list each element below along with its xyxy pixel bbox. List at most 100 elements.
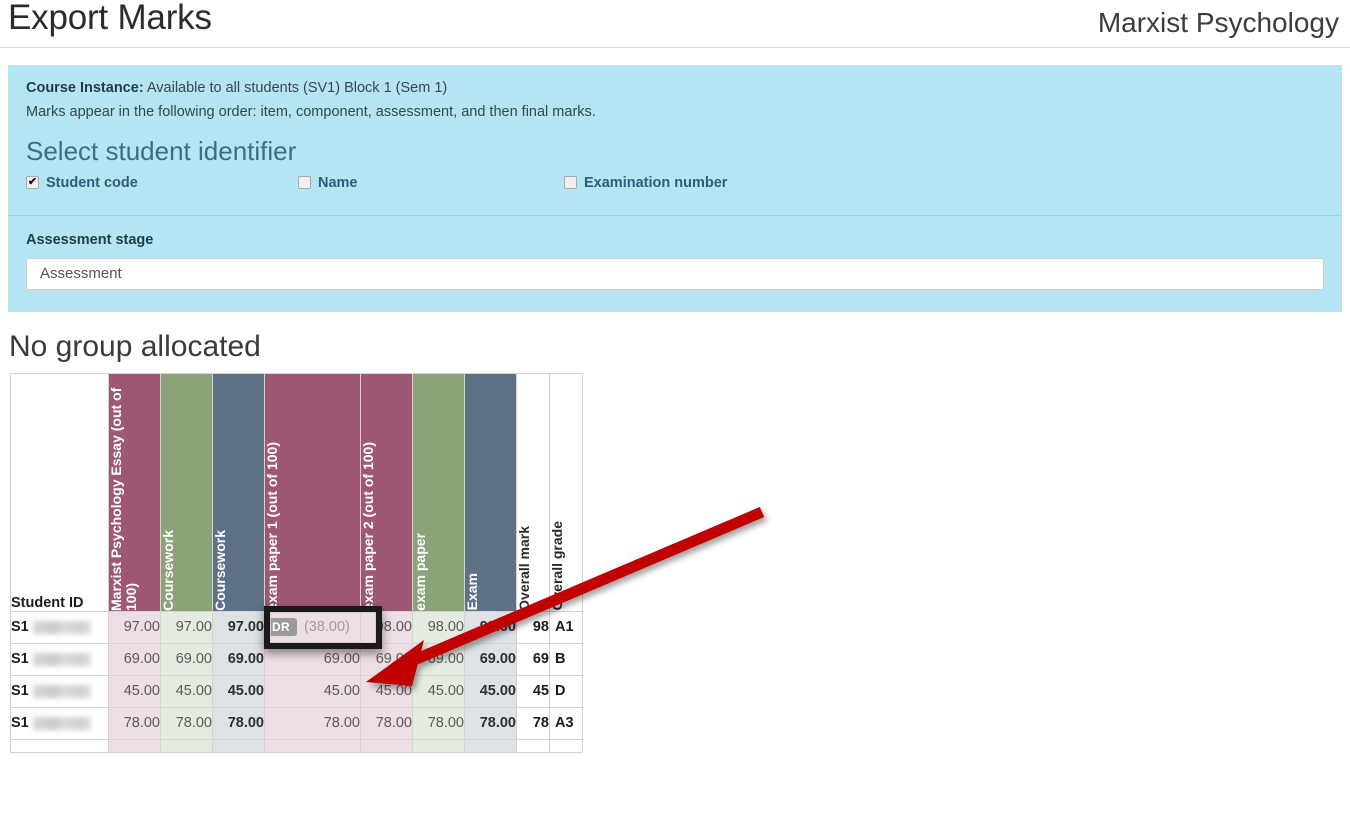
header-col-0: Marxist Psychology Essay (out of 100) [109, 373, 161, 611]
cell-r0-c6: 98.00 [465, 611, 517, 643]
cell-r3-c0: 78.00 [109, 707, 161, 739]
dr-code-chip: DR [265, 618, 297, 636]
name-checkbox-icon[interactable] [298, 176, 311, 189]
student-id-value: S1 [11, 619, 29, 635]
student-code-checkbox-icon[interactable] [26, 176, 39, 189]
marks-table-body: S1 97.00 97.00 97.00 DR (38.00) 98.00 98… [11, 611, 583, 752]
marks-table-wrapper: Student ID Marxist Psychology Essay (out… [10, 373, 582, 753]
cell-r3-c1: 78.00 [161, 707, 213, 739]
course-instance-value: Available to all students (SV1) Block 1 … [147, 80, 447, 96]
student-id-redacted [33, 685, 91, 698]
dr-marker-content: DR (38.00) [265, 618, 360, 636]
cell-r2-c2: 45.00 [213, 675, 265, 707]
cell-student-id: S1 [11, 643, 109, 675]
student-id-value: S1 [11, 715, 29, 731]
cell-student-id: S1 [11, 611, 109, 643]
cell-r3-c6: 78.00 [465, 707, 517, 739]
option-name[interactable]: Name [298, 175, 564, 191]
page-title: Export Marks [8, 0, 212, 37]
cell-r0-overall-mark: 98 [517, 611, 550, 643]
cell-r3-overall-grade: A3 [550, 707, 583, 739]
cell-r0-c4: 98.00 [361, 611, 413, 643]
cell-r0-c3-dr-marker: DR (38.00) [265, 611, 361, 643]
course-title: Marxist Psychology [1098, 8, 1342, 37]
course-instance-line: Course Instance: Available to all studen… [26, 80, 1324, 96]
export-options-panel: Course Instance: Available to all studen… [8, 65, 1342, 312]
header-overall-mark: Overall mark [517, 373, 550, 611]
panel-upper-section: Course Instance: Available to all studen… [8, 65, 1342, 215]
table-row: S1 97.00 97.00 97.00 DR (38.00) 98.00 98… [11, 611, 583, 643]
student-id-redacted [33, 653, 91, 666]
marks-table: Student ID Marxist Psychology Essay (out… [10, 373, 583, 753]
cell-r2-c0: 45.00 [109, 675, 161, 707]
header-col-2-label: Coursework [213, 530, 232, 611]
cell-r0-c1: 97.00 [161, 611, 213, 643]
cell-r2-overall-mark: 45 [517, 675, 550, 707]
header-overall-grade-label: Overall grade [550, 521, 569, 611]
header-col-4-label: exam paper 2 (out of 100) [361, 442, 380, 611]
cell-r0-overall-grade: A1 [550, 611, 583, 643]
name-label: Name [318, 175, 358, 191]
header-col-1: Coursework [161, 373, 213, 611]
cell-partial-c2 [213, 739, 265, 752]
table-row: S1 78.00 78.00 78.00 78.00 78.00 78.00 7… [11, 707, 583, 739]
assessment-stage-section: Assessment stage Assessment [8, 216, 1342, 312]
cell-r2-c4: 45.00 [361, 675, 413, 707]
cell-partial-c4 [361, 739, 413, 752]
option-examination-number[interactable]: Examination number [564, 175, 727, 191]
cell-r2-c1: 45.00 [161, 675, 213, 707]
page-header: Export Marks Marxist Psychology [0, 0, 1350, 48]
header-col-5: exam paper [413, 373, 465, 611]
assessment-stage-value: Assessment [40, 265, 122, 282]
cell-r1-c6: 69.00 [465, 643, 517, 675]
table-row-partial [11, 739, 583, 752]
header-col-5-label: exam paper [413, 533, 432, 611]
table-row: S1 45.00 45.00 45.00 45.00 45.00 45.00 4… [11, 675, 583, 707]
cell-student-id-partial [11, 739, 109, 752]
cell-r3-c4: 78.00 [361, 707, 413, 739]
header-col-1-label: Coursework [161, 530, 180, 611]
cell-r3-c3: 78.00 [265, 707, 361, 739]
cell-r0-c0: 97.00 [109, 611, 161, 643]
cell-r2-c3: 45.00 [265, 675, 361, 707]
cell-r1-c4: 69.00 [361, 643, 413, 675]
cell-r3-c2: 78.00 [213, 707, 265, 739]
course-instance-label: Course Instance: [26, 80, 144, 96]
select-student-identifier-heading: Select student identifier [26, 137, 1324, 166]
cell-student-id: S1 [11, 675, 109, 707]
cell-r1-c5: 69.00 [413, 643, 465, 675]
student-code-label: Student code [46, 175, 138, 191]
table-row: S1 69.00 69.00 69.00 69.00 69.00 69.00 6… [11, 643, 583, 675]
cell-partial-c3 [265, 739, 361, 752]
student-id-value: S1 [11, 683, 29, 699]
cell-r1-overall-mark: 69 [517, 643, 550, 675]
cell-partial-overall-mark [517, 739, 550, 752]
marks-order-note: Marks appear in the following order: ite… [26, 104, 1324, 120]
header-overall-grade: Overall grade [550, 373, 583, 611]
header-col-3: exam paper 1 (out of 100) [265, 373, 361, 611]
marks-table-head: Student ID Marxist Psychology Essay (out… [11, 373, 583, 611]
group-heading: No group allocated [9, 330, 1350, 363]
cell-student-id: S1 [11, 707, 109, 739]
cell-r1-c0: 69.00 [109, 643, 161, 675]
cell-r3-c5: 78.00 [413, 707, 465, 739]
cell-r2-c6: 45.00 [465, 675, 517, 707]
dr-value: (38.00) [304, 619, 350, 635]
assessment-stage-select[interactable]: Assessment [26, 258, 1324, 290]
cell-r3-overall-mark: 78 [517, 707, 550, 739]
header-col-2: Coursework [213, 373, 265, 611]
assessment-stage-label: Assessment stage [26, 232, 1324, 248]
cell-r1-c1: 69.00 [161, 643, 213, 675]
cell-r2-c5: 45.00 [413, 675, 465, 707]
cell-partial-c0 [109, 739, 161, 752]
cell-r1-c2: 69.00 [213, 643, 265, 675]
examination-number-checkbox-icon[interactable] [564, 176, 577, 189]
student-id-redacted [33, 621, 91, 634]
student-id-redacted [33, 717, 91, 730]
option-student-code[interactable]: Student code [26, 175, 298, 191]
cell-partial-overall-grade [550, 739, 583, 752]
header-col-0-label: Marxist Psychology Essay (out of 100) [109, 383, 143, 611]
cell-partial-c1 [161, 739, 213, 752]
student-id-value: S1 [11, 651, 29, 667]
header-student-id: Student ID [11, 373, 109, 611]
